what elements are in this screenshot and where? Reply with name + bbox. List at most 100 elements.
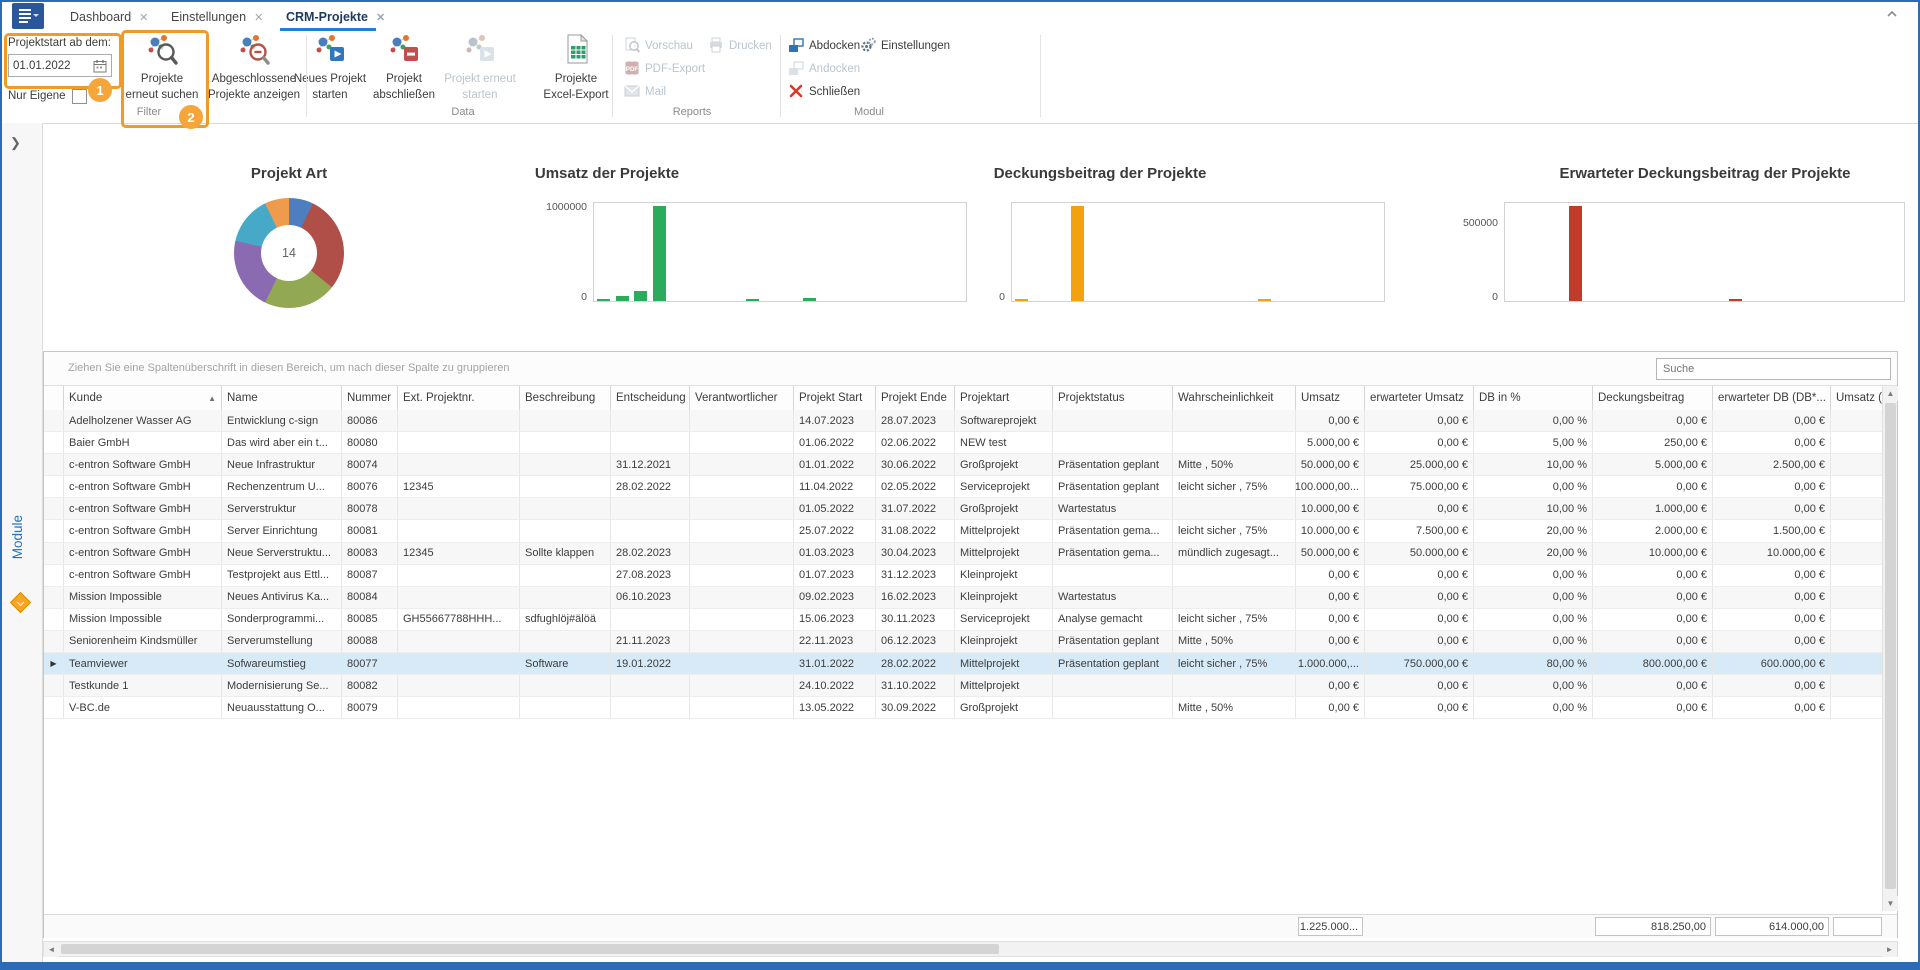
table-cell: 06.10.2023 — [611, 587, 690, 608]
table-row[interactable]: Adelholzener Wasser AGEntwicklung c-sign… — [44, 410, 1884, 432]
table-cell: 0,00 € — [1296, 587, 1365, 608]
table-cell — [1053, 697, 1173, 718]
table-cell: Großprojekt — [955, 454, 1053, 475]
button-label: Projekt erneut — [444, 73, 516, 86]
sidebar-item-module[interactable]: Module — [10, 515, 25, 559]
search-projects-icon — [146, 33, 178, 70]
bar-chart-title: Umsatz der Projekte — [535, 165, 679, 182]
table-cell — [1831, 697, 1884, 718]
table-cell: Kleinprojekt — [955, 565, 1053, 586]
tab-crm-projekte[interactable]: CRM-Projekte✕ — [286, 4, 385, 30]
column-header-verantwortlicher[interactable]: Verantwortlicher — [690, 386, 794, 410]
table-row[interactable]: c-entron Software GmbHTestprojekt aus Et… — [44, 565, 1884, 587]
column-header-db-in-[interactable]: DB in % — [1474, 386, 1593, 410]
scroll-left-icon[interactable]: ◄ — [44, 942, 59, 957]
app-menu-button[interactable] — [12, 3, 44, 29]
module-diamond-icon[interactable] — [10, 592, 31, 613]
y-axis-tick-label: 0 — [1438, 291, 1498, 303]
ribbon-toolbar: Projektstart ab dem: 01.01.2022 Nur Eige… — [0, 31, 1920, 124]
column-header-name[interactable]: Name — [222, 386, 342, 410]
einstellungen-button[interactable]: Einstellungen — [860, 36, 950, 56]
table-row[interactable]: c-entron Software GmbHRechenzentrum U...… — [44, 476, 1884, 498]
scroll-right-icon[interactable]: ► — [1882, 942, 1897, 957]
table-row[interactable]: c-entron Software GmbHServerstruktur8007… — [44, 498, 1884, 520]
table-cell: 0,00 € — [1365, 609, 1474, 630]
column-header-erwarteter-db-db-[interactable]: erwarteter DB (DB*... — [1713, 386, 1831, 410]
tab-bar: Dashboard✕ Einstellungen✕ CRM-Projekte✕ — [0, 0, 1920, 31]
vertical-scroll-thumb[interactable] — [1885, 403, 1896, 889]
ribbon-collapse-chevron-icon[interactable] — [1884, 6, 1902, 24]
table-row[interactable]: Mission ImpossibleNeues Antivirus Ka...8… — [44, 587, 1884, 609]
table-cell — [611, 520, 690, 541]
table-cell: 31.08.2022 — [876, 520, 955, 541]
table-cell: 21.11.2023 — [611, 631, 690, 652]
column-header-projektart[interactable]: Projektart — [955, 386, 1053, 410]
table-cell: 0,00 € — [1296, 631, 1365, 652]
table-cell: 01.03.2023 — [794, 543, 876, 564]
table-cell: 0,00 € — [1713, 697, 1831, 718]
projekte-erneut-suchen-button[interactable]: Projekteerneut suchen — [116, 33, 208, 105]
table-row[interactable]: Baier GmbHDas wird aber ein t...8008001.… — [44, 432, 1884, 454]
column-header-beschreibung[interactable]: Beschreibung — [520, 386, 611, 410]
column-header-projekt-start[interactable]: Projekt Start — [794, 386, 876, 410]
tab-close-icon[interactable]: ✕ — [376, 11, 385, 24]
column-header-label: Umsatz — [1301, 392, 1340, 404]
column-header-projekt-ende[interactable]: Projekt Ende — [876, 386, 955, 410]
scroll-down-icon[interactable]: ▼ — [1883, 896, 1898, 911]
table-row[interactable]: Mission ImpossibleSonderprogrammi...8008… — [44, 609, 1884, 631]
tab-dashboard[interactable]: Dashboard✕ — [70, 4, 148, 30]
tab-close-icon[interactable]: ✕ — [254, 11, 263, 24]
column-header-ext-projektnr-[interactable]: Ext. Projektnr. — [398, 386, 520, 410]
projekte-excel-export-button[interactable]: ProjekteExcel-Export — [530, 33, 622, 105]
table-cell: Präsentation geplant — [1053, 631, 1173, 652]
group-by-bar[interactable]: Ziehen Sie eine Spaltenüberschrift in di… — [44, 352, 1897, 386]
row-indicator — [44, 697, 64, 718]
abdocken-button[interactable]: Abdocken — [788, 36, 860, 56]
table-row[interactable]: Testkunde 1Modernisierung Se...8008224.1… — [44, 675, 1884, 697]
table-cell: 12345 — [398, 543, 520, 564]
pdf-icon: PDF — [624, 60, 645, 79]
column-header-umsatz-r[interactable]: Umsatz (r — [1831, 386, 1884, 410]
column-header-umsatz[interactable]: Umsatz — [1296, 386, 1365, 410]
schlie-en-button[interactable]: Schließen — [788, 82, 860, 102]
column-header-kunde[interactable]: Kunde▲ — [64, 386, 222, 410]
y-axis-tick-label: 1000000 — [527, 201, 587, 213]
tab-einstellungen[interactable]: Einstellungen✕ — [171, 4, 263, 30]
scroll-up-icon[interactable]: ▲ — [1883, 386, 1898, 401]
table-row[interactable]: V-BC.deNeuausstattung O...8007913.05.202… — [44, 697, 1884, 719]
project-start-date-input[interactable]: 01.01.2022 — [8, 54, 112, 77]
column-header-deckungsbeitrag[interactable]: Deckungsbeitrag — [1593, 386, 1713, 410]
table-cell: 0,00 € — [1365, 410, 1474, 431]
column-header-label: Umsatz (r — [1836, 392, 1884, 404]
row-indicator — [44, 520, 64, 541]
project-start-date-label: Projektstart ab dem: — [8, 37, 111, 49]
expand-rail-chevron-icon[interactable]: ❯ — [10, 135, 28, 153]
column-header-wahrscheinlichkeit[interactable]: Wahrscheinlichkeit — [1173, 386, 1296, 410]
tab-close-icon[interactable]: ✕ — [139, 11, 148, 24]
calendar-icon[interactable] — [93, 59, 107, 73]
horizontal-scroll-thumb[interactable] — [61, 944, 999, 954]
donut-chart-title: Projekt Art — [251, 165, 327, 182]
nur-eigene-checkbox[interactable] — [72, 89, 87, 104]
column-header-erwarteter-umsatz[interactable]: erwarteter Umsatz — [1365, 386, 1474, 410]
table-cell: 12345 — [398, 476, 520, 497]
table-row[interactable]: c-entron Software GmbHServer Einrichtung… — [44, 520, 1884, 542]
summary-umsatz-r — [1833, 917, 1882, 936]
table-cell: 7.500,00 € — [1365, 520, 1474, 541]
column-header-projektstatus[interactable]: Projektstatus — [1053, 386, 1173, 410]
column-header-nummer[interactable]: Nummer — [342, 386, 398, 410]
row-indicator — [44, 410, 64, 431]
mail-button: Mail — [624, 82, 666, 102]
search-input[interactable] — [1656, 358, 1891, 380]
table-row[interactable]: c-entron Software GmbHNeue Infrastruktur… — [44, 454, 1884, 476]
table-cell — [611, 697, 690, 718]
table-cell: 10.000,00 € — [1713, 543, 1831, 564]
horizontal-scrollbar[interactable]: ◄ ► — [43, 941, 1898, 957]
table-row[interactable]: ▶TeamviewerSofwareumstieg80077Software19… — [44, 653, 1884, 675]
table-cell: 0,00 € — [1365, 631, 1474, 652]
column-header-entscheidung[interactable]: Entscheidung — [611, 386, 690, 410]
table-row[interactable]: c-entron Software GmbHNeue Serverstruktu… — [44, 543, 1884, 565]
table-row[interactable]: Seniorenheim KindsmüllerServerumstellung… — [44, 631, 1884, 653]
vertical-scrollbar[interactable]: ▲ ▼ — [1882, 386, 1897, 911]
table-cell: 0,00 € — [1593, 631, 1713, 652]
